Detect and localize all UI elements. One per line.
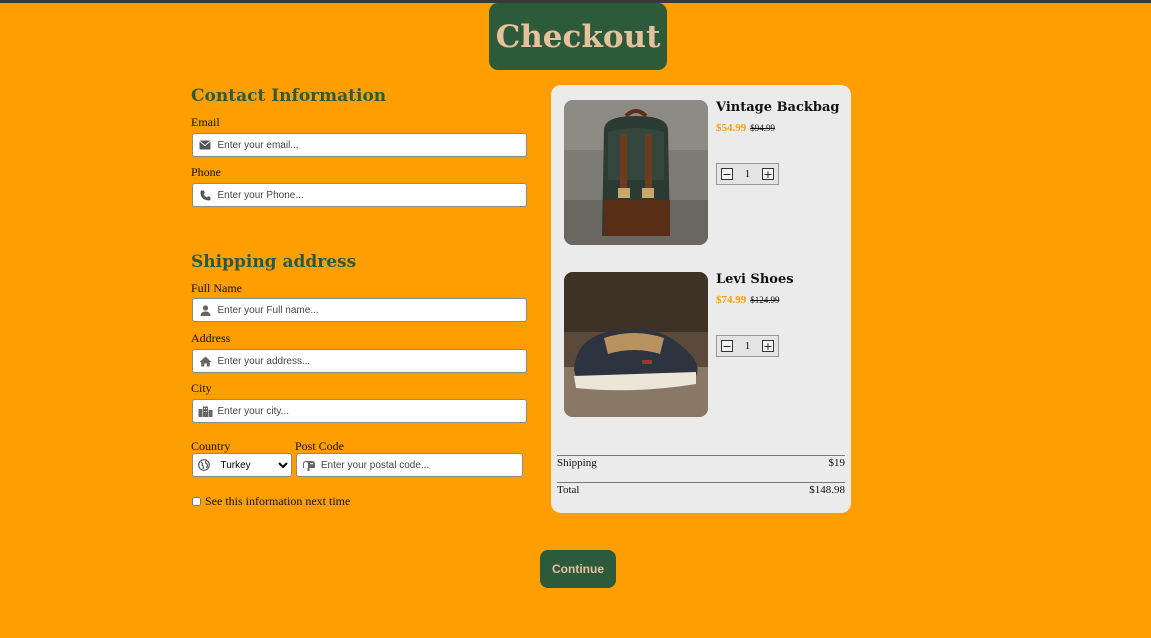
contact-heading: Contact Information — [191, 86, 387, 106]
full-name-input[interactable] — [215, 299, 526, 321]
phone-icon — [195, 190, 216, 201]
country-select[interactable]: Turkey — [212, 454, 291, 476]
product-current-price: $54.99 — [716, 122, 747, 134]
email-label: Email — [191, 115, 220, 129]
mailbox-icon — [299, 460, 319, 471]
email-field-wrapper[interactable] — [192, 133, 527, 157]
address-field-wrapper[interactable] — [192, 349, 527, 373]
product-old-price: $94.99 — [750, 123, 775, 133]
shipping-heading: Shipping address — [191, 252, 357, 272]
address-label: Address — [191, 331, 231, 345]
country-label: Country — [191, 439, 231, 453]
post-code-field-wrapper[interactable] — [296, 453, 523, 477]
shipping-value: $19 — [828, 457, 846, 469]
continue-button[interactable]: Continue — [540, 550, 616, 588]
shipping-label: Shipping — [557, 457, 597, 469]
page-title: Checkout — [495, 18, 661, 55]
quantity-stepper[interactable]: − 1 + — [716, 163, 779, 185]
full-name-field-wrapper[interactable] — [192, 298, 527, 322]
page-title-box: Checkout — [489, 3, 667, 70]
phone-label: Phone — [191, 165, 221, 179]
phone-field-wrapper[interactable] — [192, 183, 527, 207]
phone-input[interactable] — [215, 184, 526, 206]
save-info-label: See this information next time — [205, 494, 351, 508]
total-value: $148.98 — [809, 484, 845, 496]
product-current-price: $74.99 — [716, 294, 747, 306]
city-field-wrapper[interactable] — [192, 399, 527, 423]
cart-item: Levi Shoes $74.99 $124.99 − 1 + — [564, 272, 844, 418]
cart-item: Vintage Backbag $54.99 $94.99 − 1 + — [564, 100, 844, 246]
divider — [557, 455, 845, 456]
total-row: Total $148.98 — [557, 484, 845, 496]
email-input[interactable] — [215, 134, 526, 156]
increment-button[interactable]: + — [762, 168, 774, 180]
post-code-input[interactable] — [318, 454, 522, 476]
product-old-price: $124.99 — [750, 295, 780, 305]
increment-button[interactable]: + — [762, 340, 774, 352]
shipping-row: Shipping $19 — [557, 457, 845, 469]
total-label: Total — [557, 484, 580, 496]
product-price: $74.99 $124.99 — [716, 294, 780, 306]
shoes-image — [564, 272, 708, 417]
decrement-button[interactable]: − — [721, 340, 733, 352]
product-price: $54.99 $94.99 — [716, 122, 775, 134]
save-info-checkbox[interactable] — [192, 497, 201, 506]
divider — [557, 482, 845, 483]
product-name: Levi Shoes — [716, 272, 794, 287]
full-name-label: Full Name — [191, 281, 242, 295]
backpack-image — [564, 100, 708, 245]
order-summary-card: Vintage Backbag $54.99 $94.99 − 1 + Levi… — [551, 85, 851, 513]
city-label: City — [191, 381, 212, 395]
globe-icon — [195, 459, 212, 471]
address-input[interactable] — [215, 350, 526, 372]
quantity-stepper[interactable]: − 1 + — [716, 335, 779, 357]
city-icon — [195, 406, 216, 417]
country-field-wrapper[interactable]: Turkey — [192, 453, 292, 477]
post-code-label: Post Code — [295, 439, 345, 453]
quantity-value: 1 — [744, 340, 751, 352]
home-icon — [195, 356, 216, 367]
quantity-value: 1 — [744, 168, 751, 180]
product-name: Vintage Backbag — [716, 100, 840, 115]
decrement-button[interactable]: − — [721, 168, 733, 180]
save-info-row[interactable]: See this information next time — [192, 494, 350, 509]
user-icon — [195, 304, 216, 316]
envelope-icon — [195, 140, 216, 150]
city-input[interactable] — [215, 400, 526, 422]
